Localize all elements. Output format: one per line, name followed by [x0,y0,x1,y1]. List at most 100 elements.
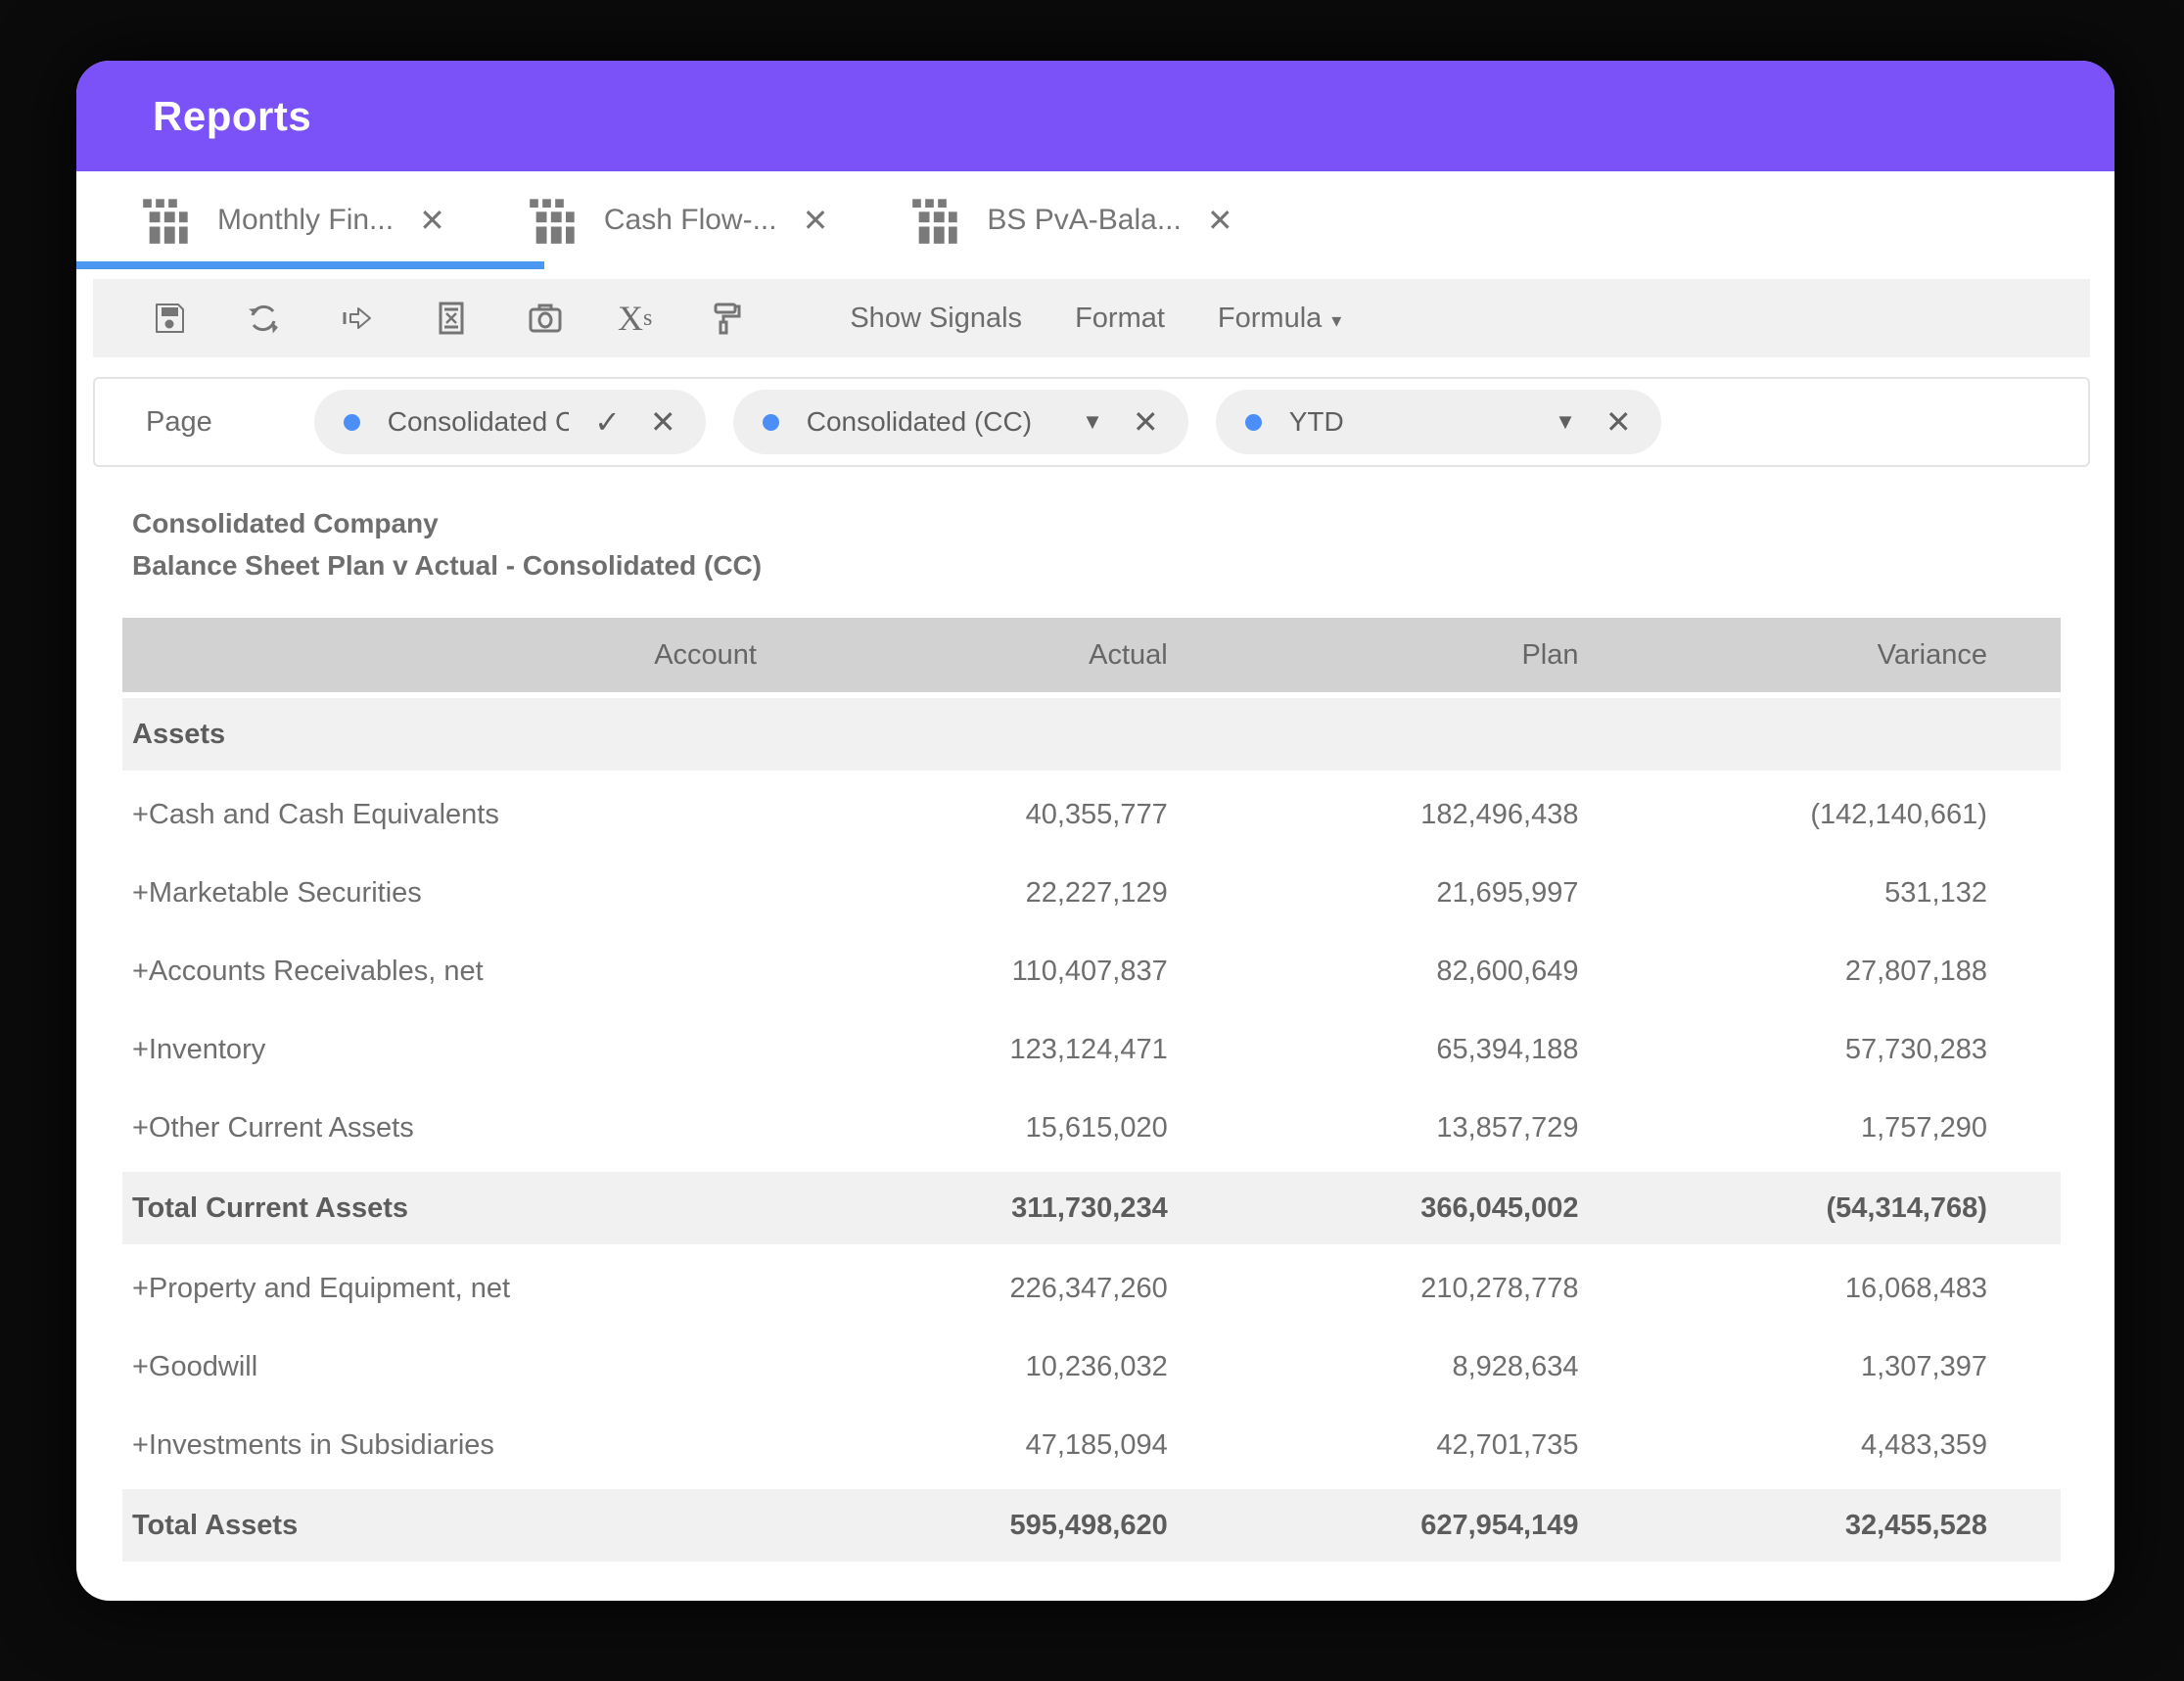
filter-chip-consolidated-cc[interactable]: Consolidated (CC) ▼ ✕ [732,390,1188,454]
plan-cell: 8,928,634 [1452,1350,1579,1382]
account-cell[interactable]: Total Assets [122,1510,801,1542]
plan-cell: 82,600,649 [1436,955,1579,987]
account-cell[interactable]: +Accounts Receivables, net [122,956,801,988]
report-title-block: Consolidated Company Balance Sheet Plan … [132,502,2114,586]
formula-subscript-icon[interactable]: Xs [618,297,652,340]
table-body: Assets +Cash and Cash Equivalents 40,355… [122,698,2061,1562]
caret-down-icon[interactable]: ▼ [1555,409,1576,435]
window-titlebar: Reports [76,61,2114,171]
table-row[interactable]: +Accounts Receivables, net 110,407,837 8… [122,932,2061,1010]
table-row[interactable]: +Marketable Securities 22,227,129 21,695… [122,854,2061,932]
close-icon[interactable]: ✕ [1605,403,1632,441]
table-row[interactable]: Assets [122,698,2061,770]
table-row[interactable]: Total Assets 595,498,620 627,954,149 32,… [122,1489,2061,1562]
tab-cash-flow[interactable]: Cash Flow-... ✕ [528,195,829,246]
save-icon[interactable] [148,297,191,340]
show-signals-button[interactable]: Show Signals [850,303,1022,335]
close-icon[interactable]: ✕ [1133,403,1159,441]
balance-sheet-table: Account Actual Plan Variance Assets +Cas… [122,618,2061,1562]
actual-cell: 226,347,260 [1009,1272,1168,1304]
reports-window: Reports Monthly Fin... ✕ Cash Flow-... ✕ [76,61,2114,1601]
close-icon[interactable]: ✕ [650,403,676,441]
report-name-title: Balance Sheet Plan v Actual - Consolidat… [132,550,763,581]
variance-cell: 32,455,528 [1844,1509,1987,1541]
format-button[interactable]: Format [1075,303,1165,335]
chip-dot-icon [343,413,360,431]
variance-cell: (54,314,768) [1826,1191,1987,1224]
column-header-plan[interactable]: Plan [1212,639,1623,672]
variance-cell: 27,807,188 [1844,955,1987,987]
chip-label: Consolidated (CC) [806,406,1033,437]
table-row[interactable]: +Cash and Cash Equivalents 40,355,777 18… [122,775,2061,854]
active-tab-indicator [76,261,544,269]
plan-cell: 182,496,438 [1420,798,1579,830]
actual-cell: 123,124,471 [1009,1033,1168,1065]
plan-cell: 366,045,002 [1420,1191,1579,1224]
page-filter-bar: Page Consolidated Co... ✓ ✕ Consolidated… [93,377,2090,467]
caret-down-icon[interactable]: ▼ [1082,409,1103,435]
report-blocks-icon [528,195,579,246]
format-painter-icon[interactable] [703,297,746,340]
actual-cell: 10,236,032 [1025,1350,1168,1382]
column-header-account[interactable]: Account [122,639,801,672]
table-row[interactable]: +Goodwill 10,236,032 8,928,634 1,307,397 [122,1328,2061,1406]
variance-cell: 1,757,290 [1860,1111,1987,1144]
account-cell[interactable]: +Goodwill [122,1351,801,1383]
account-cell[interactable]: +Cash and Cash Equivalents [122,799,801,831]
tab-monthly-fin[interactable]: Monthly Fin... ✕ [141,195,445,246]
check-icon[interactable]: ✓ [594,403,621,441]
close-icon[interactable]: ✕ [419,205,445,236]
table-header-row: Account Actual Plan Variance [122,618,2061,692]
report-company-title: Consolidated Company [132,508,439,538]
account-cell[interactable]: +Investments in Subsidiaries [122,1429,801,1462]
tab-bs-pva[interactable]: BS PvA-Bala... ✕ [910,195,1233,246]
plan-cell: 210,278,778 [1420,1272,1579,1304]
chip-label: YTD [1288,406,1344,437]
account-cell[interactable]: Total Current Assets [122,1192,801,1225]
table-row[interactable]: +Property and Equipment, net 226,347,260… [122,1249,2061,1328]
table-row[interactable]: +Investments in Subsidiaries 47,185,094 … [122,1406,2061,1484]
tab-label: Cash Flow-... [603,204,777,236]
plan-cell: 13,857,729 [1436,1111,1579,1144]
column-header-actual[interactable]: Actual [801,639,1212,672]
variance-cell: (142,140,661) [1810,798,1987,830]
actual-cell: 22,227,129 [1025,876,1168,909]
snapshot-camera-icon[interactable] [524,297,567,340]
account-cell[interactable]: +Inventory [122,1034,801,1066]
plan-cell: 21,695,997 [1436,876,1579,909]
filter-chip-ytd[interactable]: YTD ▼ ✕ [1215,390,1661,454]
page-label: Page [146,405,212,438]
close-icon[interactable]: ✕ [803,205,829,236]
actual-cell: 110,407,837 [1011,955,1168,987]
caret-down-icon: ▾ [1331,309,1342,332]
variance-cell: 4,483,359 [1860,1428,1987,1461]
account-cell[interactable]: +Marketable Securities [122,877,801,910]
account-cell[interactable]: +Property and Equipment, net [122,1273,801,1305]
tab-label: BS PvA-Bala... [987,204,1182,236]
export-excel-icon[interactable] [430,297,473,340]
plan-cell: 42,701,735 [1436,1428,1579,1461]
chip-dot-icon [762,413,779,431]
account-cell[interactable]: +Other Current Assets [122,1112,801,1144]
report-blocks-icon [910,195,961,246]
filter-chip-consolidated-company[interactable]: Consolidated Co... ✓ ✕ [313,390,706,454]
table-row[interactable]: Total Current Assets 311,730,234 366,045… [122,1172,2061,1244]
variance-cell: 531,132 [1884,876,1987,909]
actual-cell: 15,615,020 [1025,1111,1168,1144]
chip-label: Consolidated Co... [387,406,570,437]
tab-label: Monthly Fin... [217,204,395,236]
refresh-icon[interactable] [242,297,285,340]
table-row[interactable]: +Other Current Assets 15,615,020 13,857,… [122,1089,2061,1167]
toolbar: Xs Show Signals Format Formula ▾ [93,279,2090,357]
run-forward-icon[interactable] [336,297,379,340]
table-row[interactable]: +Inventory 123,124,471 65,394,188 57,730… [122,1010,2061,1089]
formula-menu-button[interactable]: Formula ▾ [1218,303,1341,335]
actual-cell: 311,730,234 [1011,1191,1168,1224]
close-icon[interactable]: ✕ [1207,205,1233,236]
variance-cell: 1,307,397 [1860,1350,1987,1382]
account-cell[interactable]: Assets [122,719,801,751]
window-title: Reports [153,92,312,139]
column-header-variance[interactable]: Variance [1623,639,2061,672]
variance-cell: 57,730,283 [1844,1033,1987,1065]
actual-cell: 47,185,094 [1025,1428,1168,1461]
